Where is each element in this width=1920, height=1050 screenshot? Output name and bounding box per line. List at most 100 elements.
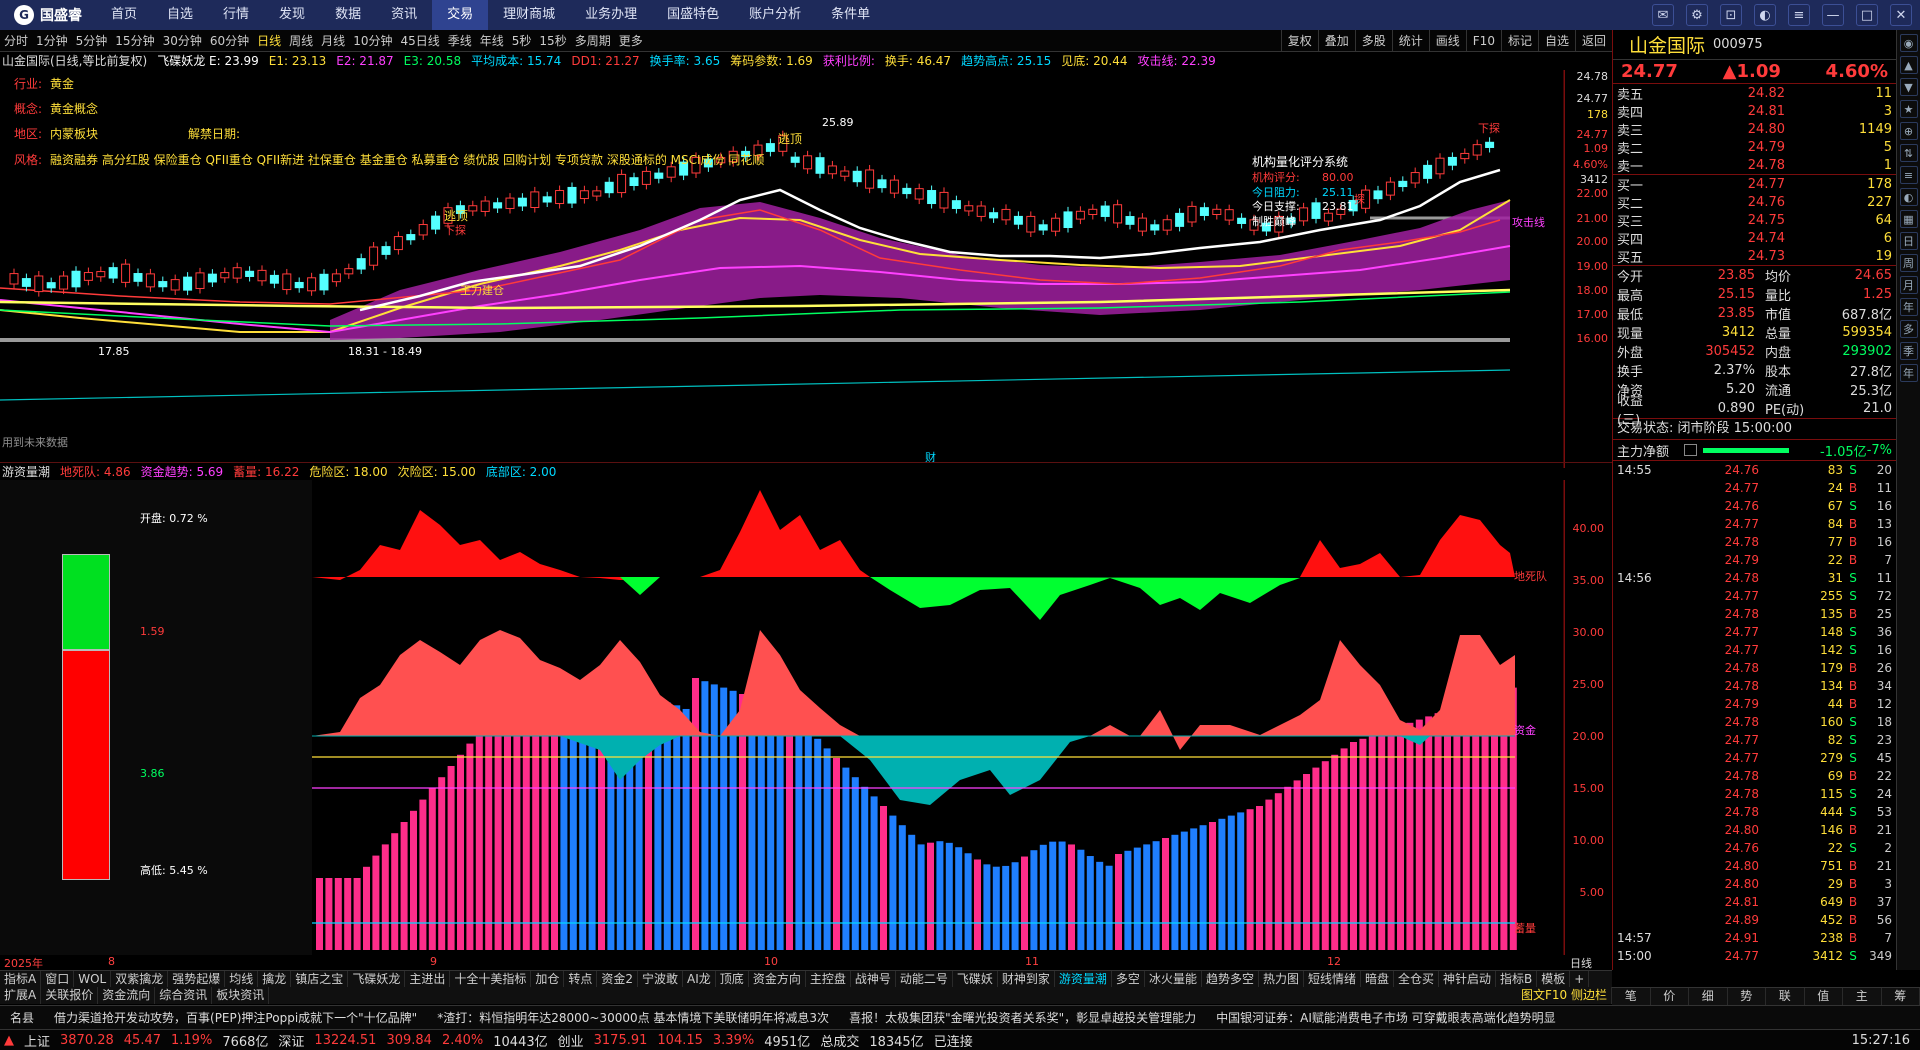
chart-tool-button[interactable]: 多股 xyxy=(1354,30,1392,52)
sz-index[interactable]: 13224.51 xyxy=(314,1033,386,1048)
nav-item[interactable]: 账户分析 xyxy=(734,0,816,30)
indicator-tab[interactable]: 主进出 xyxy=(405,971,451,987)
right-tool-icon[interactable]: 年 xyxy=(1899,298,1918,316)
nav-item[interactable]: 自选 xyxy=(152,0,208,30)
orderbook-row[interactable]: 卖一 24.78 1 xyxy=(1613,156,1896,175)
right-tool-icon[interactable]: 周 xyxy=(1899,254,1918,272)
right-tab[interactable]: 联 xyxy=(1766,988,1805,1005)
chart-tool-button[interactable]: 自选 xyxy=(1537,30,1575,52)
indicator-tab[interactable]: 资金方向 xyxy=(749,971,806,987)
indicator-tab[interactable]: 双紫擒龙 xyxy=(111,971,169,987)
orderbook-row[interactable]: 卖五 24.82 11 xyxy=(1613,84,1896,103)
right-tool-icon[interactable]: ⊕ xyxy=(1899,122,1918,140)
extension-tab[interactable]: 资金流向 xyxy=(98,987,156,1004)
right-tab[interactable]: 势 xyxy=(1728,988,1766,1005)
right-tool-icon[interactable]: ⇅ xyxy=(1899,144,1918,162)
period-tab[interactable]: 年线 xyxy=(476,30,508,52)
indicator-tab[interactable]: 飞碟妖龙 xyxy=(348,971,406,987)
message-icon[interactable]: ✉ xyxy=(1652,4,1674,26)
period-tab[interactable]: 1分钟 xyxy=(32,30,72,52)
right-tool-icon[interactable]: 多 xyxy=(1899,320,1918,338)
indicator-tab[interactable]: 财神到家 xyxy=(998,971,1055,987)
indicator-tab[interactable]: 窗口 xyxy=(41,971,75,987)
period-tab[interactable]: 日线 xyxy=(253,30,285,52)
news-item[interactable]: 中国银河证券：AI赋能消费电子市场 可穿戴眼表高端化趋势明显 xyxy=(1206,1009,1566,1026)
period-tab[interactable]: 多周期 xyxy=(571,30,615,52)
nav-item[interactable]: 业务办理 xyxy=(570,0,652,30)
period-tab[interactable]: 月线 xyxy=(317,30,349,52)
indicator-tab[interactable]: 动能二号 xyxy=(896,971,953,987)
indicator-tab[interactable]: 擒龙 xyxy=(258,971,292,987)
indicator-tab[interactable]: 主控盘 xyxy=(806,971,851,987)
app-logo[interactable]: G 国盛睿 xyxy=(0,0,96,30)
right-tool-icon[interactable]: ▦ xyxy=(1899,210,1918,228)
right-tool-icon[interactable]: ★ xyxy=(1899,100,1918,118)
indicator-tab[interactable]: 冰火量能 xyxy=(1145,971,1202,987)
indicator-tab[interactable]: 热力图 xyxy=(1259,971,1304,987)
indicator-tab[interactable]: 宁波敢 xyxy=(638,971,684,987)
maximize-icon[interactable]: □ xyxy=(1856,4,1878,26)
indicator-tab[interactable]: 趋势多空 xyxy=(1202,971,1259,987)
extension-tab[interactable]: 扩展A xyxy=(0,987,42,1004)
indicator-tab[interactable]: AI龙 xyxy=(683,971,716,987)
period-tab[interactable]: 季线 xyxy=(444,30,476,52)
settings-icon[interactable]: ⚙ xyxy=(1686,4,1708,26)
close-icon[interactable]: ✕ xyxy=(1890,4,1912,26)
extension-tab[interactable]: 关联报价 xyxy=(41,987,99,1004)
indicator-tab[interactable]: 短线情绪 xyxy=(1304,971,1361,987)
chart-tool-button[interactable]: 标记 xyxy=(1500,30,1538,52)
indicator-tab[interactable]: 多空 xyxy=(1112,971,1145,987)
orderbook-row[interactable]: 买五 24.73 19 xyxy=(1613,247,1896,266)
nav-item[interactable]: 交易 xyxy=(432,0,489,30)
right-tab[interactable]: 价 xyxy=(1651,988,1689,1005)
period-tab[interactable]: 60分钟 xyxy=(206,30,253,52)
sh-index[interactable]: 3870.28 xyxy=(60,1033,124,1048)
nav-item[interactable]: 资讯 xyxy=(376,0,432,30)
indicator-tab[interactable]: 均线 xyxy=(225,971,259,987)
indicator-tab[interactable]: 强势起爆 xyxy=(168,971,226,987)
period-tab[interactable]: 15分钟 xyxy=(111,30,158,52)
indicator-tab[interactable]: 全仓买 xyxy=(1394,971,1440,987)
right-tab[interactable]: 主 xyxy=(1843,988,1882,1005)
news-item[interactable]: 喜报！太极集团获"金曙光投资者关系奖"，彰显卓越投关管理能力 xyxy=(839,1009,1206,1026)
period-tab[interactable]: 10分钟 xyxy=(349,30,396,52)
chart-tool-button[interactable]: 统计 xyxy=(1391,30,1429,52)
nav-item[interactable]: 国盛特色 xyxy=(652,0,734,30)
news-item[interactable]: 借力渠道抢开发动攻势，百事(PEP)押注Poppi成就下一个"十亿品牌" xyxy=(44,1009,427,1026)
extension-tab[interactable]: 板块资讯 xyxy=(212,987,270,1004)
indicator-tab[interactable]: 神针启动 xyxy=(1439,971,1497,987)
orderbook-row[interactable]: 买四 24.74 6 xyxy=(1613,229,1896,248)
period-tab[interactable]: 15秒 xyxy=(535,30,570,52)
indicator-tab[interactable]: 加仓 xyxy=(531,971,565,987)
period-tab[interactable]: 5秒 xyxy=(508,30,536,52)
cy-index[interactable]: 3175.91 xyxy=(594,1033,658,1048)
orderbook-row[interactable]: 买一 24.77 178 xyxy=(1613,175,1896,194)
right-tool-icon[interactable]: 年 xyxy=(1899,364,1918,382)
nav-item[interactable]: 条件单 xyxy=(816,0,885,30)
chart-tool-button[interactable]: 返回 xyxy=(1574,30,1612,52)
right-tool-icon[interactable]: ▼ xyxy=(1899,78,1918,96)
right-tab[interactable]: 笔 xyxy=(1612,988,1651,1005)
orderbook-row[interactable]: 买二 24.76 227 xyxy=(1613,193,1896,212)
right-tool-icon[interactable]: ≡ xyxy=(1899,166,1918,184)
nav-item[interactable]: 首页 xyxy=(96,0,152,30)
indicator-tab[interactable]: 飞碟妖 xyxy=(953,971,998,987)
right-tool-icon[interactable]: 日 xyxy=(1899,232,1918,250)
right-tool-icon[interactable]: 季 xyxy=(1899,342,1918,360)
nav-item[interactable]: 数据 xyxy=(320,0,376,30)
right-tool-icon[interactable]: 月 xyxy=(1899,276,1918,294)
indicator-tab[interactable]: + xyxy=(1570,971,1590,987)
right-tool-icon[interactable]: ◉ xyxy=(1899,34,1918,52)
indicator-tab[interactable]: 十全十美指标 xyxy=(450,971,532,987)
period-tab[interactable]: 30分钟 xyxy=(159,30,206,52)
indicator-tab[interactable]: 指标A xyxy=(0,971,42,987)
right-tab[interactable]: 值 xyxy=(1805,988,1843,1005)
nav-item[interactable]: 理财商城 xyxy=(488,0,570,30)
right-tool-icon[interactable]: ▲ xyxy=(1899,56,1918,74)
news-item[interactable]: *渣打：料恒指明年达28000~30000点 基本情境下美联储明年将减息3次 xyxy=(427,1009,839,1026)
indicator-tab[interactable]: 顶底 xyxy=(716,971,749,987)
nav-item[interactable]: 发现 xyxy=(264,0,320,30)
sidebar-toggle[interactable]: 图文F10 侧边栏 xyxy=(1517,987,1612,1004)
orderbook-row[interactable]: 卖四 24.81 3 xyxy=(1613,102,1896,121)
right-tab[interactable]: 筹 xyxy=(1882,988,1920,1005)
